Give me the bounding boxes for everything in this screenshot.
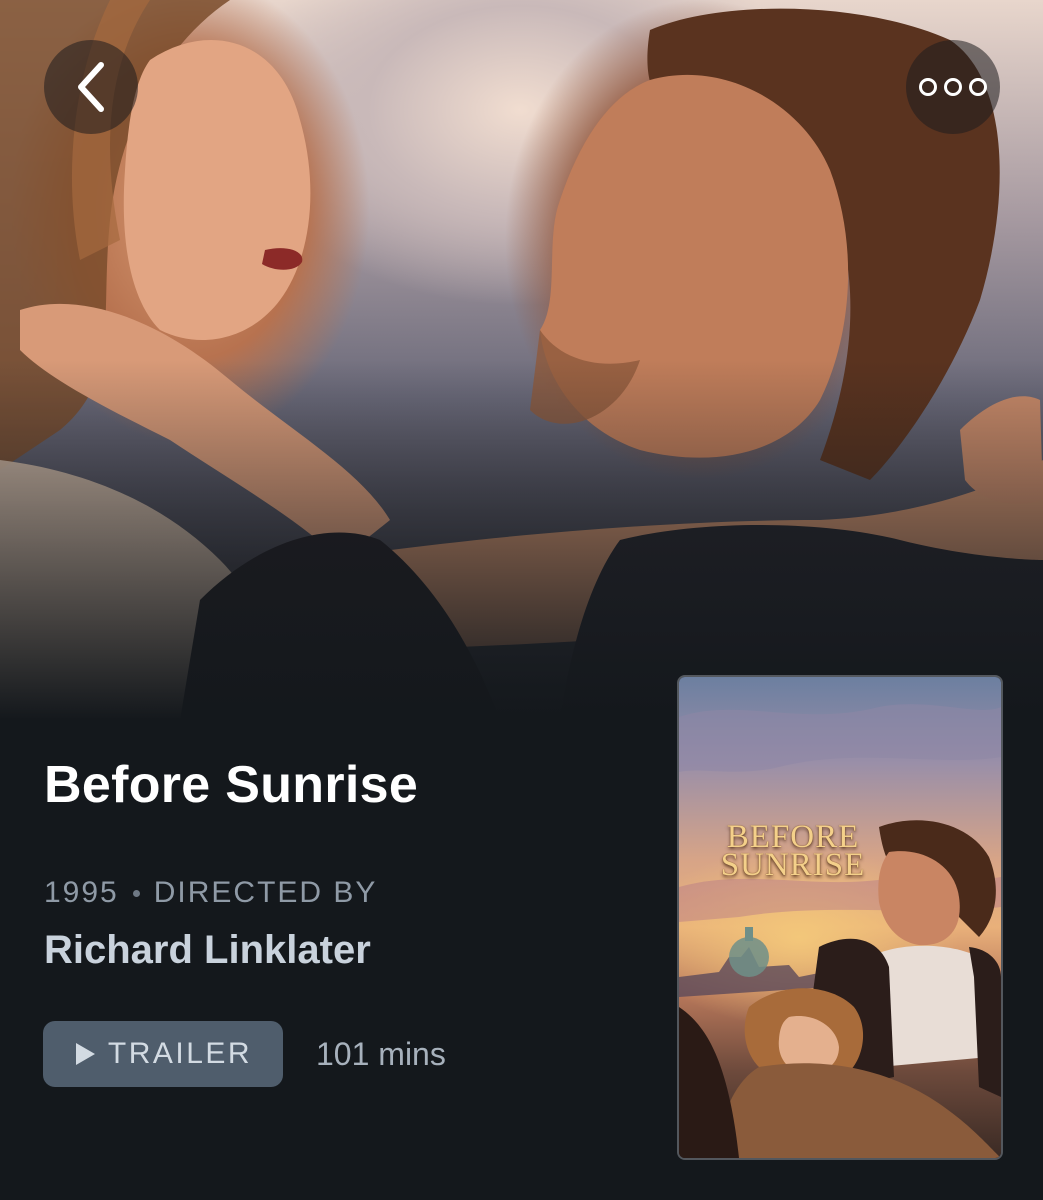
more-options-button[interactable] [906,40,1000,134]
release-year[interactable]: 1995 [44,876,119,910]
trailer-button[interactable]: TRAILER [43,1021,283,1087]
film-meta: 1995 DIRECTED BY [44,876,377,910]
back-button[interactable] [44,40,138,134]
chevron-left-icon [78,62,104,112]
poster-artwork [679,704,1001,1158]
dot [944,78,962,96]
more-dots-icon [919,78,987,96]
director-name[interactable]: Richard Linklater [44,928,371,973]
directed-by-label: DIRECTED BY [153,876,378,909]
film-poster[interactable]: BEFORE SUNRISE [679,677,1001,1158]
separator-dot [132,889,140,897]
play-icon [75,1043,95,1065]
dot [969,78,987,96]
trailer-label: TRAILER [107,1037,253,1070]
poster-title-line2: SUNRISE [720,847,866,883]
backdrop-image [0,0,1043,720]
runtime: 101 mins [316,1036,446,1072]
backdrop-fade-overlay [0,360,1043,720]
poster-title: BEFORE SUNRISE [693,821,893,883]
film-title: Before Sunrise [44,756,419,814]
dot [919,78,937,96]
film-detail-screen: Before Sunrise 1995 DIRECTED BY Richard … [0,0,1043,1200]
